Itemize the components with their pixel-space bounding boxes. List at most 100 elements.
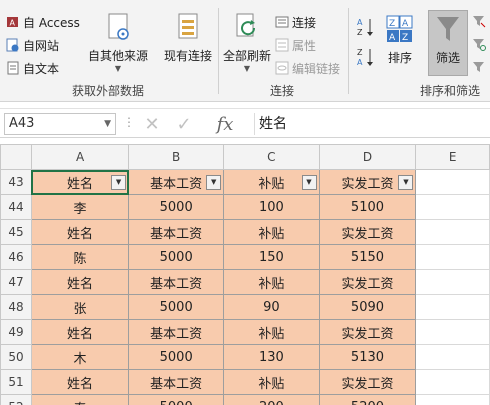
chevron-down-icon[interactable]: ▼ [104,114,111,134]
table-cell[interactable]: 基本工资 [128,319,225,345]
row-header[interactable]: 49 [0,319,32,345]
filter-button-content[interactable]: 筛选 [428,14,468,66]
properties-button[interactable]: 属性 [275,35,316,55]
table-cell[interactable]: 5000 [128,294,225,320]
column-header-d[interactable]: D [318,144,417,170]
row-header[interactable]: 51 [0,369,32,395]
filter-dropdown-icon[interactable]: ▼ [111,175,127,190]
cell-value: 陈 [73,251,87,267]
table-cell-empty[interactable] [415,319,490,345]
table-cell[interactable]: 5150 [318,244,417,270]
column-header-b[interactable]: B [128,144,225,170]
table-cell[interactable]: 5130 [318,344,417,370]
table-cell[interactable]: 5090 [318,294,417,320]
column-header-c[interactable]: C [223,144,320,170]
other-sources-icon [103,12,133,45]
table-cell[interactable]: 张 [30,294,130,320]
table-cell-empty[interactable] [415,394,490,405]
table-cell[interactable]: 5000 [128,244,225,270]
table-cell[interactable]: 100 [223,194,320,220]
sort-descending-button[interactable]: ZA [356,48,374,68]
row-header[interactable]: 50 [0,344,32,370]
advanced-filter-button[interactable] [472,58,486,78]
row-header[interactable]: 44 [0,194,32,220]
refresh-all-button[interactable]: 全部刷新 ▼ [222,12,272,74]
table-cell[interactable]: 实发工资 [318,269,417,295]
table-cell[interactable]: 木 [30,344,130,370]
table-cell-empty[interactable] [415,369,490,395]
table-cell[interactable]: 150 [223,244,320,270]
from-text-button[interactable]: 自文本 [6,58,59,78]
table-cell[interactable]: 姓名 [30,319,130,345]
table-cell-empty[interactable] [415,294,490,320]
table-cell[interactable]: 基本工资 ▼ [128,169,225,195]
table-cell[interactable]: 5200 [318,394,417,405]
row-header[interactable]: 45 [0,219,32,245]
table-cell[interactable]: 补贴 ▼ [223,169,320,195]
filter-label: 筛选 [435,51,460,65]
select-all-corner[interactable] [0,144,32,170]
table-cell[interactable]: 姓名 [30,269,130,295]
table-cell[interactable]: 李 [30,194,130,220]
row-header[interactable]: 47 [0,269,32,295]
table-cell[interactable]: 实发工资 ▼ [318,169,417,195]
table-cell[interactable]: 5100 [318,194,417,220]
cell-value: 5000 [160,400,193,405]
cell-value: 姓名 [67,276,94,292]
table-cell[interactable]: 90 [223,294,320,320]
filter-dropdown-icon[interactable]: ▼ [398,175,414,190]
column-header-a[interactable]: A [30,144,130,170]
row-header[interactable]: 43 [0,169,32,195]
table-cell[interactable]: 基本工资 [128,269,225,295]
table-cell[interactable]: 实发工资 [318,219,417,245]
table-cell[interactable]: 5000 [128,344,225,370]
table-cell[interactable]: 基本工资 [128,219,225,245]
table-cell[interactable]: 实发工资 [318,369,417,395]
table-cell[interactable]: 姓名 ▼ [30,169,130,195]
resize-handle-icon[interactable]: ⋮ [123,115,135,129]
svg-text:Z: Z [357,28,363,37]
table-cell[interactable]: 130 [223,344,320,370]
enter-icon[interactable]: ✓ [172,113,196,135]
edit-links-button[interactable]: 编辑链接 [275,58,340,78]
from-other-sources-button[interactable]: 自其他来源 ▼ [86,12,150,74]
sort-button[interactable]: ZAAZ 排序 [382,14,418,66]
table-cell-empty[interactable] [415,269,490,295]
table-cell-empty[interactable] [415,344,490,370]
from-access-button[interactable]: A 自 Access [6,12,80,32]
row-header[interactable]: 46 [0,244,32,270]
table-cell-empty[interactable] [415,194,490,220]
from-web-button[interactable]: 自网站 [6,35,59,55]
from-text-label: 自文本 [23,61,60,76]
filter-dropdown-icon[interactable]: ▼ [206,175,222,190]
table-cell[interactable]: 补贴 [223,269,320,295]
table-cell[interactable]: 陈 [30,244,130,270]
row-header[interactable]: 48 [0,294,32,320]
existing-connections-button[interactable]: 现有连接 [160,12,216,64]
cancel-icon[interactable]: ✕ [140,113,164,135]
table-cell[interactable]: 秦 [30,394,130,405]
connections-button[interactable]: 连接 [275,12,316,32]
formula-input[interactable]: 姓名 [254,113,488,135]
table-cell[interactable]: 补贴 [223,319,320,345]
table-cell[interactable]: 姓名 [30,369,130,395]
table-cell-empty[interactable] [415,244,490,270]
reapply-button[interactable] [472,35,486,55]
filter-dropdown-icon[interactable]: ▼ [301,175,317,190]
table-cell[interactable]: 200 [223,394,320,405]
table-cell[interactable]: 5000 [128,394,225,405]
table-cell[interactable]: 基本工资 [128,369,225,395]
table-cell[interactable]: 补贴 [223,369,320,395]
column-header-e[interactable]: E [415,144,490,170]
row-header[interactable]: 52 [0,394,32,405]
table-cell[interactable]: 补贴 [223,219,320,245]
insert-function-icon[interactable]: fx [210,113,240,135]
table-cell-empty[interactable] [415,219,490,245]
table-cell[interactable]: 实发工资 [318,319,417,345]
clear-filter-button[interactable] [472,12,486,32]
sort-ascending-button[interactable]: AZ [356,18,374,38]
name-box[interactable]: A43 ▼ [4,113,116,135]
table-cell-empty[interactable] [415,169,490,195]
table-cell[interactable]: 5000 [128,194,225,220]
table-cell[interactable]: 姓名 [30,219,130,245]
